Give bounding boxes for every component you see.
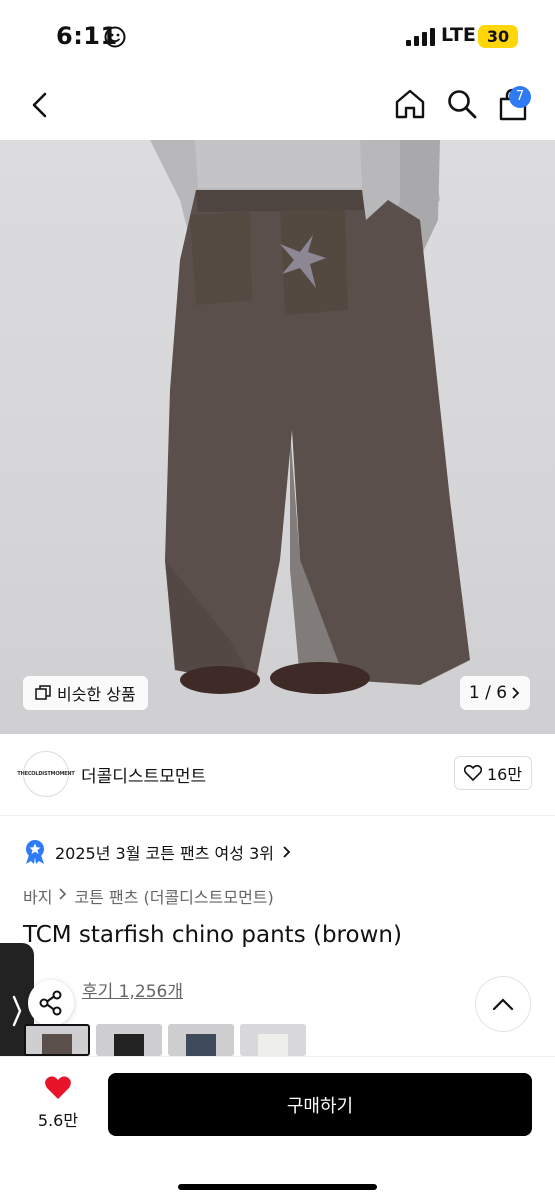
breadcrumb-subcategory[interactable]: 코튼 팬츠 (더콜디스트모먼트)	[74, 884, 273, 908]
chevron-up-icon	[492, 998, 514, 1011]
brand-row[interactable]: THECOLDISTMOMENT 더콜디스트모먼트 16만	[0, 734, 555, 816]
color-thumbnails	[24, 1024, 306, 1056]
image-counter[interactable]: 1 / 6	[460, 676, 530, 710]
chevron-right-icon	[12, 995, 22, 1027]
brand-like-count: 16만	[486, 765, 523, 784]
heart-outline-icon	[463, 765, 482, 781]
status-bar: 6:11 LTE 30	[0, 0, 555, 70]
home-icon[interactable]	[393, 87, 427, 121]
smiley-icon	[104, 26, 126, 48]
heart-filled-icon	[45, 1076, 71, 1099]
thumbnail-option[interactable]	[96, 1024, 162, 1056]
signal-icon	[406, 28, 435, 46]
cart-count-badge: 7	[509, 86, 531, 108]
nav-bar	[0, 70, 555, 140]
rank-badge-icon	[26, 840, 44, 864]
thumbnail-option[interactable]	[24, 1024, 90, 1056]
similar-products-button[interactable]: 비슷한 상품	[23, 676, 148, 710]
ranking-link[interactable]: 2025년 3월 코튼 팬츠 여성 3위	[23, 838, 292, 866]
battery-indicator: 30	[478, 25, 518, 48]
brand-name[interactable]: 더콜디스트모먼트	[81, 762, 206, 787]
thumbnail-option[interactable]	[168, 1024, 234, 1056]
thumbnail-option[interactable]	[240, 1024, 306, 1056]
back-icon[interactable]	[28, 90, 54, 120]
scroll-top-button[interactable]	[475, 976, 531, 1032]
wishlist-count: 5.6만	[37, 1111, 79, 1130]
search-icon[interactable]	[446, 88, 478, 120]
product-image-gallery[interactable]: 비슷한 상품 1 / 6	[0, 140, 555, 734]
similar-products-label: 비슷한 상품	[57, 685, 136, 704]
share-button[interactable]	[28, 980, 74, 1026]
chevron-right-icon	[512, 687, 520, 699]
ranking-text: 2025년 3월 코튼 팬츠 여성 3위	[55, 844, 274, 863]
wishlist-button[interactable]: 5.6만	[30, 1075, 86, 1131]
product-title: TCM starfish chino pants (brown)	[23, 922, 402, 948]
similar-icon	[35, 685, 51, 700]
brand-like-button[interactable]: 16만	[454, 756, 532, 790]
network-label: LTE	[441, 24, 476, 46]
image-counter-text: 1 / 6	[468, 683, 508, 703]
review-count-link[interactable]: 후기 1,256개	[82, 977, 183, 1002]
chevron-right-icon	[283, 846, 291, 858]
chevron-right-icon	[59, 888, 67, 900]
bottom-action-bar: 5.6만 구매하기	[0, 1056, 555, 1200]
breadcrumb: 바지 코튼 팬츠 (더콜디스트모먼트)	[23, 884, 274, 908]
brand-logo[interactable]: THECOLDISTMOMENT	[17, 751, 75, 797]
product-photo	[150, 140, 470, 694]
share-icon	[39, 990, 62, 1016]
home-indicator	[178, 1184, 377, 1190]
buy-button[interactable]: 구매하기	[108, 1073, 532, 1136]
breadcrumb-category[interactable]: 바지	[23, 884, 52, 908]
